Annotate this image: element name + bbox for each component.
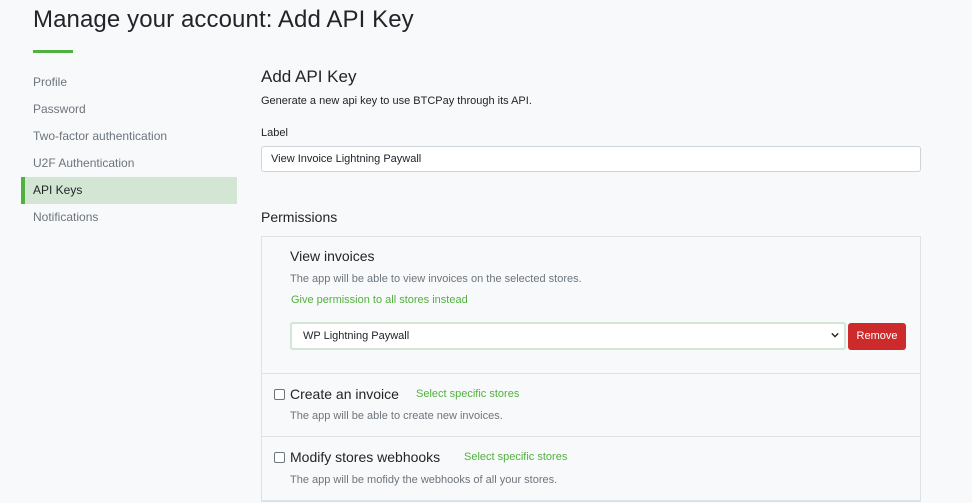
chevron-down-icon xyxy=(831,332,839,338)
permission-name: Create an invoice xyxy=(290,386,399,402)
sidebar-item-notifications[interactable]: Notifications xyxy=(21,204,237,231)
label-input[interactable]: View Invoice Lightning Paywall xyxy=(261,146,921,172)
permission-description: The app will be able to create new invoi… xyxy=(290,410,503,422)
permissions-heading: Permissions xyxy=(261,209,338,225)
permission-description: The app will be mofidy the webhooks of a… xyxy=(290,474,558,486)
sidebar-item-password[interactable]: Password xyxy=(21,96,237,123)
sidebar-item-api-keys[interactable]: API Keys xyxy=(21,177,237,204)
main-content: Add API Key Generate a new api key to us… xyxy=(261,67,921,172)
permission-modify-webhooks: Modify stores webhooks Select specific s… xyxy=(262,437,920,501)
select-specific-stores-link[interactable]: Select specific stores xyxy=(416,388,519,400)
label-field-label: Label xyxy=(261,127,288,139)
all-stores-link[interactable]: Give permission to all stores instead xyxy=(291,294,468,306)
create-invoice-checkbox[interactable] xyxy=(274,389,285,400)
sidebar-item-profile[interactable]: Profile xyxy=(21,69,237,96)
sidebar-item-u2f[interactable]: U2F Authentication xyxy=(21,150,237,177)
permission-name: Modify stores webhooks xyxy=(290,449,441,465)
permissions-list: View invoices The app will be able to vi… xyxy=(261,236,921,502)
modify-webhooks-checkbox[interactable] xyxy=(274,452,285,463)
permission-view-invoices: View invoices The app will be able to vi… xyxy=(262,237,920,374)
title-underline xyxy=(33,50,73,53)
page-title: Manage your account: Add API Key xyxy=(33,6,414,33)
store-select-value: WP Lightning Paywall xyxy=(303,330,410,342)
permission-create-invoice: Create an invoice Select specific stores… xyxy=(262,374,920,437)
permission-name: View invoices xyxy=(290,248,375,264)
section-title: Add API Key xyxy=(261,67,357,86)
sidebar-item-two-factor[interactable]: Two-factor authentication xyxy=(21,123,237,150)
section-description: Generate a new api key to use BTCPay thr… xyxy=(261,95,532,107)
remove-button[interactable]: Remove xyxy=(848,323,906,350)
permission-description: The app will be able to view invoices on… xyxy=(290,273,582,285)
select-specific-stores-link[interactable]: Select specific stores xyxy=(464,451,567,463)
store-select[interactable]: WP Lightning Paywall xyxy=(290,322,846,350)
account-sidebar: Profile Password Two-factor authenticati… xyxy=(21,69,237,231)
